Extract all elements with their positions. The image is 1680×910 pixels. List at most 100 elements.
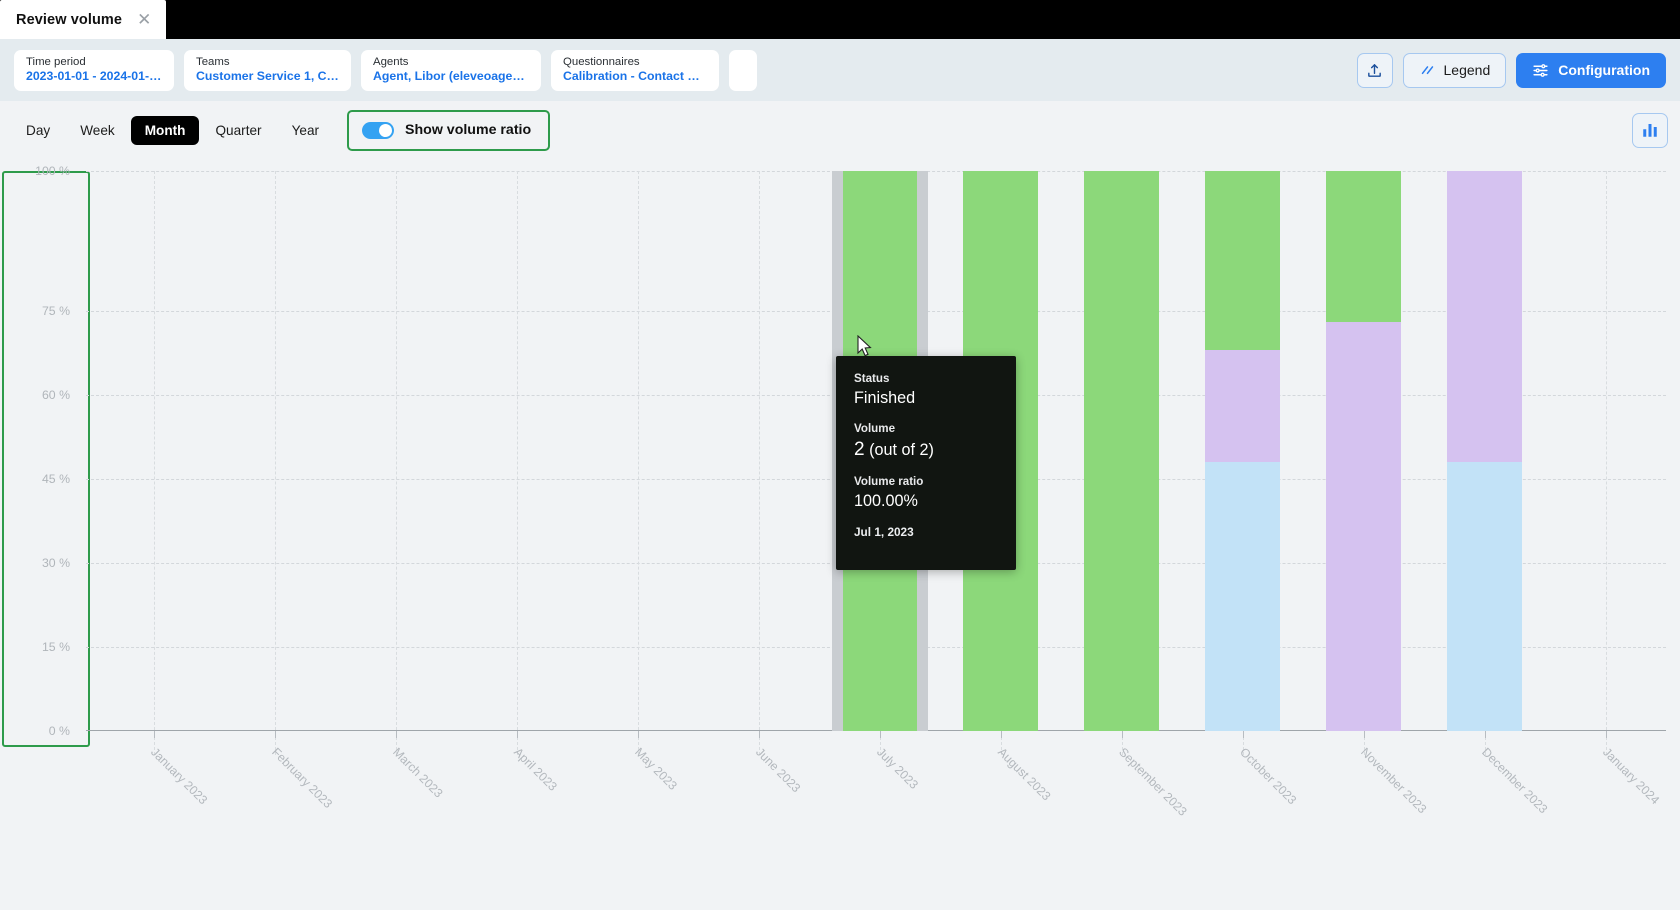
x-axis-tick-label: January 2024 <box>1600 745 1662 807</box>
bar-segment-in-progress[interactable] <box>1326 322 1401 731</box>
configuration-button[interactable]: Configuration <box>1516 53 1666 88</box>
toolbar-actions: Legend Configuration <box>1357 53 1666 88</box>
tooltip-date: Jul 1, 2023 <box>854 525 1016 539</box>
tooltip-volume-number: 2 <box>854 439 865 460</box>
x-gridline <box>1606 171 1607 755</box>
granularity-day[interactable]: Day <box>12 116 64 145</box>
x-gridline <box>396 171 397 755</box>
tab-review-volume[interactable]: Review volume ✕ <box>0 0 166 39</box>
bar-september-2023[interactable] <box>1084 171 1159 731</box>
tooltip-volume-suffix: (out of 2) <box>865 441 934 459</box>
granularity-week[interactable]: Week <box>66 116 129 145</box>
chart-area: 0 % 15 % 30 % 45 % 60 % 75 % 100 % January 2023… <box>0 159 1680 890</box>
y-axis-tick-label: 30 % <box>42 556 70 570</box>
x-axis-tick <box>396 731 397 738</box>
show-volume-ratio-switch[interactable] <box>362 122 394 139</box>
x-axis-tick <box>880 731 881 738</box>
upload-export-icon <box>1366 62 1383 79</box>
bar-segment-finished[interactable] <box>1326 171 1401 322</box>
filter-teams[interactable]: Teams Customer Service 1, Custo... <box>184 50 351 91</box>
x-axis-tick <box>1001 731 1002 738</box>
filter-teams-label: Teams <box>196 55 339 69</box>
filter-agents[interactable]: Agents Agent, Libor (eleveoagent), ... <box>361 50 541 91</box>
x-axis-tick-label: April 2023 <box>511 745 560 794</box>
x-axis-tick <box>759 731 760 738</box>
y-axis-tick-label: 0 % <box>49 724 70 738</box>
x-axis-tick-label: March 2023 <box>390 745 445 800</box>
filter-time-period-label: Time period <box>26 55 162 69</box>
bar-segment-finished[interactable] <box>1205 171 1280 350</box>
x-gridline <box>638 171 639 755</box>
bar-december-2023[interactable] <box>1447 171 1522 731</box>
tooltip-ratio-key: Volume ratio <box>854 475 1016 488</box>
show-volume-ratio-toggle-group: Show volume ratio <box>347 110 550 151</box>
legend-slash-icon <box>1419 62 1436 79</box>
chart-tooltip: Status Finished Volume 2 (out of 2) Volu… <box>836 356 1016 570</box>
x-gridline <box>275 171 276 755</box>
x-axis-tick-label: July 2023 <box>874 745 921 792</box>
export-button[interactable] <box>1357 53 1393 88</box>
bar-november-2023[interactable] <box>1326 171 1401 731</box>
x-axis-tick-label: February 2023 <box>269 745 335 811</box>
tooltip-volume-value: 2 (out of 2) <box>854 439 1016 461</box>
y-axis-highlight-box <box>2 171 90 747</box>
filter-agents-label: Agents <box>373 55 529 69</box>
show-volume-ratio-label: Show volume ratio <box>405 122 531 138</box>
x-axis-tick <box>1606 731 1607 738</box>
x-gridline <box>154 171 155 755</box>
chart-type-button[interactable] <box>1632 113 1668 148</box>
configuration-button-label: Configuration <box>1558 62 1650 78</box>
x-axis-tick-label: May 2023 <box>632 745 680 793</box>
close-icon[interactable]: ✕ <box>134 9 154 30</box>
y-axis-tick-label: 100 % <box>35 164 70 178</box>
granularity-month[interactable]: Month <box>131 116 200 145</box>
bar-segment-in-progress[interactable] <box>1447 171 1522 462</box>
y-axis-tick-label: 45 % <box>42 472 70 486</box>
tooltip-status-key: Status <box>854 372 1016 385</box>
x-axis-tick-label: October 2023 <box>1237 745 1299 807</box>
y-axis-tick-label: 15 % <box>42 640 70 654</box>
legend-button-label: Legend <box>1444 62 1491 78</box>
granularity-year[interactable]: Year <box>278 116 333 145</box>
x-axis-tick-label: November 2023 <box>1358 745 1429 816</box>
y-axis-tick-label: 60 % <box>42 388 70 402</box>
filter-questionnaires-label: Questionnaires <box>563 55 707 69</box>
granularity-tabs: Day Week Month Quarter Year <box>12 116 333 145</box>
filter-time-period-value: 2023-01-01 - 2024-01-10 <box>26 69 162 85</box>
sliders-icon <box>1532 62 1549 79</box>
tab-title: Review volume <box>16 12 122 28</box>
x-axis-tick-label: December 2023 <box>1479 745 1550 816</box>
bar-october-2023[interactable] <box>1205 171 1280 731</box>
x-axis-tick <box>1485 731 1486 738</box>
x-axis-tick <box>1243 731 1244 738</box>
y-axis-tick-label: 75 % <box>42 304 70 318</box>
x-axis-tick-label: June 2023 <box>753 745 803 795</box>
tooltip-status-value: Finished <box>854 389 1016 408</box>
legend-button[interactable]: Legend <box>1403 53 1507 88</box>
bar-segment-not-started[interactable] <box>1447 462 1522 731</box>
x-axis-tick <box>275 731 276 738</box>
bar-chart-icon <box>1641 121 1659 139</box>
browser-tab-bar: Review volume ✕ <box>0 0 1680 39</box>
filter-questionnaires-value: Calibration - Contact Cente... <box>563 69 707 85</box>
granularity-quarter[interactable]: Quarter <box>201 116 275 145</box>
bar-segment-in-progress[interactable] <box>1205 350 1280 462</box>
filter-agents-value: Agent, Libor (eleveoagent), ... <box>373 69 529 85</box>
filter-teams-value: Customer Service 1, Custo... <box>196 69 339 85</box>
tooltip-volume-key: Volume <box>854 422 1016 435</box>
filter-time-period[interactable]: Time period 2023-01-01 - 2024-01-10 <box>14 50 174 91</box>
filter-questionnaires[interactable]: Questionnaires Calibration - Contact Cen… <box>551 50 719 91</box>
filter-more[interactable] <box>729 50 757 91</box>
x-axis-tick <box>1122 731 1123 738</box>
x-axis-tick <box>1364 731 1365 738</box>
x-axis-tick-label: January 2023 <box>149 745 211 807</box>
x-axis-tick <box>638 731 639 738</box>
x-gridline <box>517 171 518 755</box>
x-gridline <box>759 171 760 755</box>
bar-segment-finished[interactable] <box>1084 171 1159 731</box>
bar-segment-not-started[interactable] <box>1205 462 1280 731</box>
x-axis-tick-label: August 2023 <box>995 745 1053 803</box>
tooltip-ratio-value: 100.00% <box>854 492 1016 511</box>
filter-toolbar: Time period 2023-01-01 - 2024-01-10 Team… <box>0 39 1680 101</box>
x-axis-tick-label: September 2023 <box>1116 745 1190 819</box>
